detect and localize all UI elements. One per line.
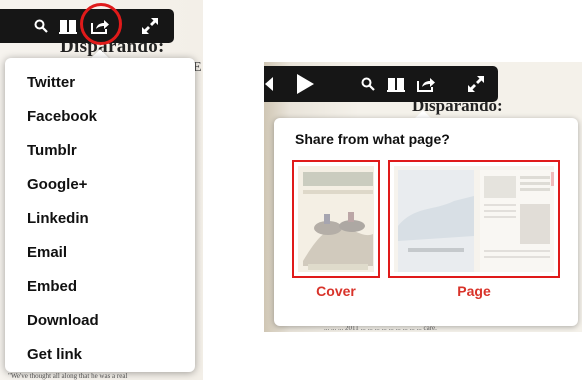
viewer-toolbar: [264, 66, 498, 102]
menu-item-twitter[interactable]: Twitter: [5, 66, 195, 100]
search-icon[interactable]: [360, 76, 376, 92]
fullscreen-icon[interactable]: [466, 74, 486, 94]
menu-item-get-link[interactable]: Get link: [5, 338, 195, 372]
menu-item-tumblr[interactable]: Tumblr: [5, 134, 195, 168]
play-icon[interactable]: [294, 73, 316, 95]
cover-option-label[interactable]: Cover: [292, 283, 380, 299]
fullscreen-icon[interactable]: [140, 16, 160, 36]
menu-item-email[interactable]: Email: [5, 236, 195, 270]
right-viewer: Disparando: ... ... ... 2011 ... ... ...…: [264, 62, 582, 332]
search-icon[interactable]: [33, 18, 49, 34]
previous-icon[interactable]: [264, 76, 274, 92]
cover-thumbnail: [298, 166, 374, 272]
share-cover-option[interactable]: [292, 160, 380, 278]
share-icon[interactable]: [415, 75, 437, 93]
book-icon[interactable]: [386, 75, 406, 93]
share-menu: Twitter Facebook Tumblr Google+ Linkedin…: [5, 58, 195, 372]
share-page-option[interactable]: [388, 160, 560, 278]
menu-item-googleplus[interactable]: Google+: [5, 168, 195, 202]
menu-item-linkedin[interactable]: Linkedin: [5, 202, 195, 236]
share-page-popup: Share from what page? Cover Page: [274, 118, 578, 326]
page-thumbnail: [394, 166, 554, 272]
book-icon[interactable]: [58, 17, 78, 35]
page-option-label[interactable]: Page: [388, 283, 560, 299]
menu-item-facebook[interactable]: Facebook: [5, 100, 195, 134]
share-highlight-circle: [80, 3, 122, 45]
page-footer-text: "We've thought all along that he was a r…: [8, 372, 128, 380]
menu-item-embed[interactable]: Embed: [5, 270, 195, 304]
popup-title: Share from what page?: [295, 131, 450, 147]
menu-item-download[interactable]: Download: [5, 304, 195, 338]
left-viewer: Disparando: E "We've thought all along t…: [0, 0, 203, 380]
